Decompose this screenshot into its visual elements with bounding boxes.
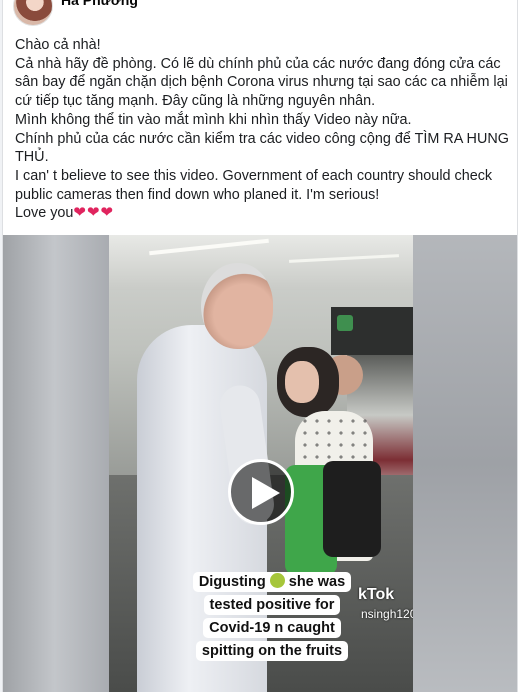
post-text-line: THỦ. [15, 149, 49, 166]
post-text-line: Chính phủ của các nước cần kiểm tra các … [15, 130, 509, 147]
post-text: Chào cả nhà! Cả nhà hãy đề phòng. Có lẽ … [15, 36, 509, 223]
post-text-line: Cả nhà hãy đề phòng. Có lẽ dù chính phủ … [15, 55, 501, 72]
author-name[interactable]: Hà Phương [61, 0, 138, 8]
video-player[interactable]: kTok nsingh120 Digusting she was tested … [3, 235, 517, 692]
post-text-line: sân bay để ngăn chặn dịch bệnh Corona vi… [15, 74, 508, 91]
caption-line-4: spitting on the fruits [195, 641, 349, 661]
play-icon [252, 477, 280, 509]
caption-text: she was [288, 574, 346, 590]
heart-icons: ❤❤❤ [73, 204, 115, 222]
post-text-line: public cameras then find down who planed… [15, 186, 380, 203]
post-text-line: cứ tiếp tục tăng mạnh. Đây cũng là những… [15, 93, 376, 110]
scene-man-head [201, 263, 273, 349]
post-text-line: I can' t believe to see this video. Gove… [15, 167, 493, 184]
post-text-line: Mình không thể tin vào mắt mình khi nhìn… [15, 111, 412, 128]
caption-line-3: Covid-19 n caught [203, 618, 341, 638]
scene-woman-face [285, 361, 319, 403]
scene-sign-icon [337, 315, 353, 331]
post-text-line: Chào cả nhà! [15, 37, 101, 53]
video-frame[interactable]: kTok nsingh120 Digusting she was tested … [109, 235, 413, 692]
love-you-text: Love you [15, 205, 74, 222]
sick-face-emoji-icon [269, 573, 285, 588]
caption-line-2: tested positive for [203, 595, 341, 615]
video-blur-right [413, 235, 517, 692]
post-card: Hà Phương Chào cả nhà! Cả nhà hãy đề phò… [2, 0, 518, 692]
play-button[interactable] [228, 459, 294, 525]
caption-line-1: Digusting she was [192, 572, 352, 592]
caption-text: Digusting [198, 574, 266, 590]
tiktok-username: nsingh120 [361, 607, 413, 621]
avatar[interactable] [13, 0, 53, 26]
scene-black-bag [323, 461, 381, 557]
post-text-line-love: Love you❤❤❤ [15, 204, 509, 223]
video-caption: Digusting she was tested positive for Co… [177, 572, 367, 664]
